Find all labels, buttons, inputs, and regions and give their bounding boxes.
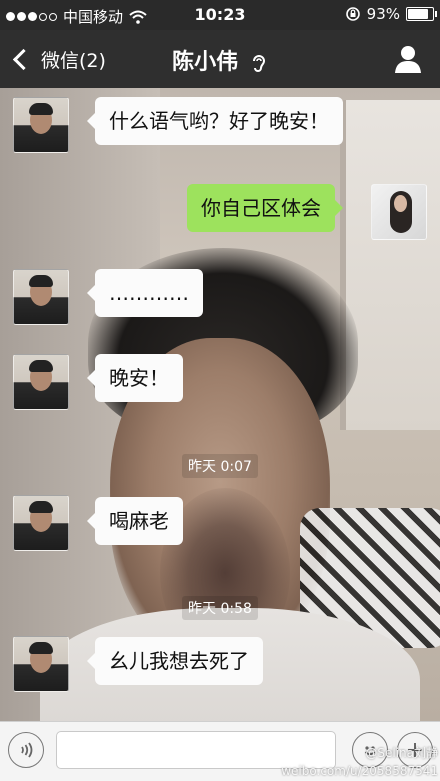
person-icon-body [395,61,421,73]
ear-icon [252,55,265,72]
my-avatar[interactable] [371,184,427,240]
message-received[interactable]: 喝麻老 [87,497,183,545]
status-right: 93% [345,5,437,23]
message-received[interactable]: ………… [87,269,203,317]
avatar-hair [29,642,53,654]
message-list: 什么语气哟？好了晚安！ 你自己区体会 ………… 晚安！ 昨天 0:07 喝麻老 … [0,88,440,721]
chat-title-text: 陈小伟 [172,50,239,75]
timestamp: 昨天 0:07 [0,454,440,478]
timestamp: 昨天 0:58 [0,596,440,620]
contact-avatar[interactable] [13,354,69,410]
status-bar: 中国移动 10:23 93% [0,0,440,30]
rotation-lock-icon [345,7,360,21]
message-received[interactable]: 幺儿我想去死了 [87,637,263,685]
message-received[interactable]: 晚安！ [87,354,183,402]
profile-button[interactable] [394,44,422,74]
message-received[interactable]: 什么语气哟？好了晚安！ [87,97,343,145]
chat-title: 陈小伟 [0,44,440,76]
watermark-author: @Selina刘静 [365,746,438,760]
avatar-hair [29,103,53,115]
avatar-hair [29,360,53,372]
battery-fill [408,9,429,19]
contact-avatar[interactable] [13,269,69,325]
nav-bar: 微信(2) 陈小伟 [0,30,440,88]
message-sent[interactable]: 你自己区体会 [187,184,343,232]
battery-icon [406,7,437,21]
avatar-hair [29,501,53,513]
contact-avatar[interactable] [13,636,69,692]
person-icon-head [401,46,415,60]
wechat-chat-screen: 中国移动 10:23 93% 微信(2) 陈小伟 什么语气哟？好了晚安！ 你自己… [0,0,440,781]
avatar-hair [29,275,53,287]
contact-avatar[interactable] [13,97,69,153]
avatar-face [394,195,407,212]
battery-percent: 93% [366,5,400,23]
timestamp-text: 昨天 0:58 [182,596,258,620]
watermark-url: weibo.com/u/2058587541 [281,764,438,778]
input-bar: @Selina刘静 weibo.com/u/2058587541 [0,721,440,781]
contact-avatar[interactable] [13,495,69,551]
timestamp-text: 昨天 0:07 [182,454,258,478]
